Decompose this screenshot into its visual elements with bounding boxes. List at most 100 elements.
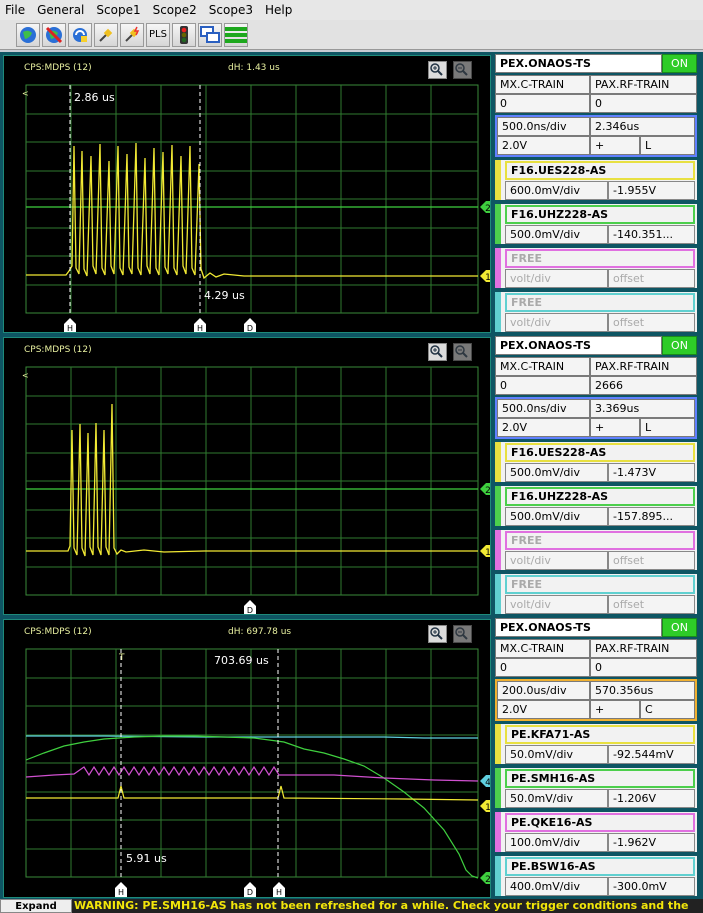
- channel-offset[interactable]: -1.206V: [608, 789, 695, 808]
- slope-field[interactable]: +: [590, 700, 640, 719]
- channel-offset[interactable]: offset: [608, 595, 695, 614]
- channel-1-settings[interactable]: F16.UES228-AS 500.0mV/div -1.473V: [495, 442, 697, 482]
- plug-spark-button[interactable]: [120, 22, 144, 47]
- on-toggle[interactable]: ON: [662, 54, 697, 73]
- delay-field[interactable]: 2.346us: [590, 117, 695, 136]
- channel-4-settings[interactable]: FREE volt/div offset: [495, 292, 697, 332]
- train-value-2[interactable]: 0: [590, 658, 697, 677]
- channel-offset[interactable]: -1.955V: [608, 181, 695, 200]
- channel-2-marker[interactable]: 2: [480, 872, 490, 885]
- channel-offset[interactable]: -157.895...: [608, 507, 695, 526]
- trigger-level-field[interactable]: 2.0V: [497, 418, 590, 437]
- channel-2-marker[interactable]: 2: [480, 483, 490, 496]
- train-value-2[interactable]: 2666: [590, 376, 697, 395]
- channel-3-settings[interactable]: FREE volt/div offset: [495, 530, 697, 570]
- marker-h-2[interactable]: H: [194, 318, 206, 332]
- no-globe-button[interactable]: [42, 22, 66, 47]
- sync-button[interactable]: [68, 22, 92, 47]
- zoom-in-button[interactable]: [428, 61, 447, 79]
- marker-d[interactable]: D: [244, 318, 256, 332]
- zoom-out-button[interactable]: [453, 625, 472, 643]
- channel-scale[interactable]: 500.0mV/div: [505, 507, 608, 526]
- trigger-level-field[interactable]: 2.0V: [497, 136, 590, 155]
- channel-offset[interactable]: -300.0mV: [608, 877, 695, 896]
- train-value-2[interactable]: 0: [590, 94, 697, 113]
- globe-button[interactable]: [16, 22, 40, 47]
- device-name[interactable]: PEX.ONAOS-TS: [495, 618, 662, 637]
- menu-scope1[interactable]: Scope1: [90, 3, 146, 17]
- trigger-level-field[interactable]: 2.0V: [497, 700, 590, 719]
- train-value-1[interactable]: 0: [495, 376, 590, 395]
- channel-4-settings[interactable]: FREE volt/div offset: [495, 574, 697, 614]
- zoom-in-button[interactable]: [428, 343, 447, 361]
- timebase-field[interactable]: 500.0ns/div: [497, 117, 590, 136]
- marker-h-1[interactable]: H: [64, 318, 76, 332]
- scope-screen-2[interactable]: D 2 1 < CPS:MDPS (12): [3, 337, 491, 615]
- traffic-light-button[interactable]: [172, 22, 196, 47]
- channel-scale[interactable]: volt/div: [505, 551, 608, 570]
- channel-1-settings[interactable]: F16.UES228-AS 600.0mV/div -1.955V: [495, 160, 697, 200]
- channel-offset[interactable]: offset: [608, 551, 695, 570]
- menu-file[interactable]: File: [0, 3, 31, 17]
- channel-offset[interactable]: offset: [608, 269, 695, 288]
- slope-field[interactable]: +: [590, 136, 640, 155]
- channel-scale[interactable]: 50.0mV/div: [505, 745, 608, 764]
- channel-1-settings[interactable]: PE.KFA71-AS 50.0mV/div -92.544mV: [495, 724, 697, 764]
- coupling-field[interactable]: C: [640, 700, 695, 719]
- channel-scale[interactable]: 500.0mV/div: [505, 225, 608, 244]
- zoom-out-button[interactable]: [453, 61, 472, 79]
- channel-4-marker[interactable]: 4: [480, 775, 490, 788]
- marker-h-2[interactable]: H: [273, 882, 285, 897]
- green-bars-button[interactable]: [224, 22, 248, 47]
- channel-1-marker[interactable]: 1: [480, 270, 490, 283]
- menu-help[interactable]: Help: [259, 3, 298, 17]
- channel-scale[interactable]: 100.0mV/div: [505, 833, 608, 852]
- device-name[interactable]: PEX.ONAOS-TS: [495, 336, 662, 355]
- zoom-out-button[interactable]: [453, 343, 472, 361]
- channel-2-settings[interactable]: F16.UHZ228-AS 500.0mV/div -140.351...: [495, 204, 697, 244]
- on-toggle[interactable]: ON: [662, 336, 697, 355]
- channel-3-settings[interactable]: FREE volt/div offset: [495, 248, 697, 288]
- channel-2-settings[interactable]: F16.UHZ228-AS 500.0mV/div -157.895...: [495, 486, 697, 526]
- delay-field[interactable]: 3.369us: [590, 399, 695, 418]
- channel-offset[interactable]: -1.473V: [608, 463, 695, 482]
- device-name[interactable]: PEX.ONAOS-TS: [495, 54, 662, 73]
- scope-screen-1[interactable]: H H D 2 1 < CPS:MDPS (12) dH: 1.43 us 2.…: [3, 55, 491, 333]
- marker-h-1[interactable]: H: [115, 882, 127, 897]
- menu-general[interactable]: General: [31, 3, 90, 17]
- channel-scale[interactable]: volt/div: [505, 313, 608, 332]
- channel-scale[interactable]: 600.0mV/div: [505, 181, 608, 200]
- train-value-1[interactable]: 0: [495, 658, 590, 677]
- channel-scale[interactable]: 500.0mV/div: [505, 463, 608, 482]
- channel-offset[interactable]: -1.962V: [608, 833, 695, 852]
- pls-button[interactable]: PLS: [146, 22, 170, 47]
- channel-offset[interactable]: offset: [608, 313, 695, 332]
- channel-offset[interactable]: -140.351...: [608, 225, 695, 244]
- channel-1-marker[interactable]: 1: [480, 545, 490, 558]
- on-toggle[interactable]: ON: [662, 618, 697, 637]
- coupling-field[interactable]: L: [640, 418, 695, 437]
- channel-2-marker[interactable]: 2: [480, 201, 490, 214]
- channel-3-settings[interactable]: PE.QKE16-AS 100.0mV/div -1.962V: [495, 812, 697, 852]
- channel-scale[interactable]: 50.0mV/div: [505, 789, 608, 808]
- channel-2-settings[interactable]: PE.SMH16-AS 50.0mV/div -1.206V: [495, 768, 697, 808]
- plug-button[interactable]: [94, 22, 118, 47]
- channel-scale[interactable]: volt/div: [505, 595, 608, 614]
- menu-scope2[interactable]: Scope2: [147, 3, 203, 17]
- channel-1-marker[interactable]: 1: [480, 800, 490, 813]
- expand-button[interactable]: Expand: [0, 899, 72, 913]
- marker-d[interactable]: D: [244, 600, 256, 614]
- channel-4-settings[interactable]: PE.BSW16-AS 400.0mV/div -300.0mV: [495, 856, 697, 896]
- coupling-field[interactable]: L: [640, 136, 695, 155]
- train-value-1[interactable]: 0: [495, 94, 590, 113]
- menu-scope3[interactable]: Scope3: [203, 3, 259, 17]
- windows-button[interactable]: [198, 22, 222, 47]
- timebase-field[interactable]: 500.0ns/div: [497, 399, 590, 418]
- channel-scale[interactable]: volt/div: [505, 269, 608, 288]
- zoom-in-button[interactable]: [428, 625, 447, 643]
- timebase-field[interactable]: 200.0us/div: [497, 681, 590, 700]
- scope-screen-3[interactable]: H D H 4 1 2 T CPS:MDPS (12) dH: 697.78 u…: [3, 619, 491, 898]
- slope-field[interactable]: +: [590, 418, 640, 437]
- delay-field[interactable]: 570.356us: [590, 681, 695, 700]
- marker-d[interactable]: D: [244, 882, 256, 897]
